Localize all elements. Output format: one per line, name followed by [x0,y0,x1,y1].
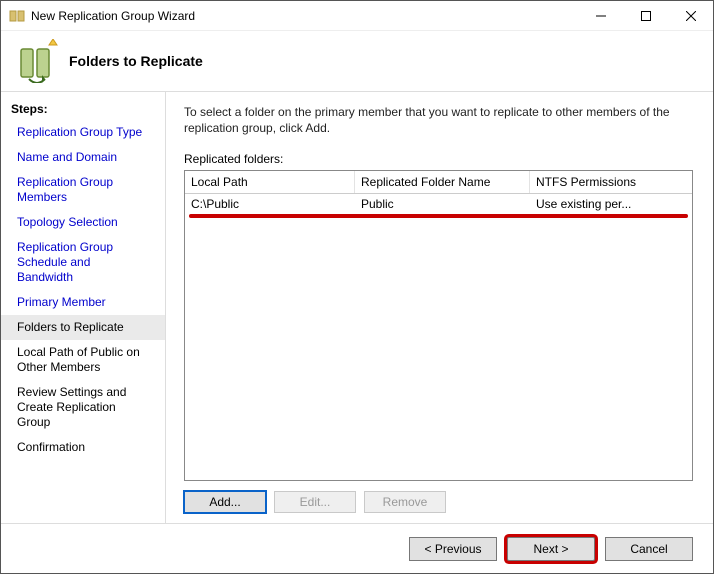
main-panel: To select a folder on the primary member… [166,92,713,523]
step-primary-member[interactable]: Primary Member [1,290,165,315]
steps-sidebar: Steps: Replication Group Type Name and D… [1,92,166,523]
step-replication-group-type[interactable]: Replication Group Type [1,120,165,145]
action-buttons: Add... Edit... Remove [184,491,693,513]
step-review-settings[interactable]: Review Settings and Create Replication G… [1,380,165,435]
wizard-body: Steps: Replication Group Type Name and D… [1,92,713,523]
intro-text: To select a folder on the primary member… [184,104,693,136]
close-button[interactable] [668,1,713,30]
cell-ntfs: Use existing per... [530,194,692,214]
table-row[interactable]: C:\Public Public Use existing per... [185,194,692,214]
title-bar: New Replication Group Wizard [1,1,713,31]
step-name-and-domain[interactable]: Name and Domain [1,145,165,170]
list-label: Replicated folders: [184,152,693,166]
add-button[interactable]: Add... [184,491,266,513]
wizard-window: New Replication Group Wizard Folders t [0,0,714,574]
edit-button: Edit... [274,491,356,513]
cell-replicated-name: Public [355,194,530,214]
next-button[interactable]: Next > [507,537,595,561]
previous-button[interactable]: < Previous [409,537,497,561]
maximize-button[interactable] [623,1,668,30]
wizard-icon [15,39,59,83]
step-local-path-other-members[interactable]: Local Path of Public on Other Members [1,340,165,380]
column-local-path[interactable]: Local Path [185,171,355,193]
window-controls [578,1,713,30]
step-topology-selection[interactable]: Topology Selection [1,210,165,235]
cancel-button[interactable]: Cancel [605,537,693,561]
cell-local-path: C:\Public [185,194,355,214]
annotation-underline [189,214,688,218]
minimize-button[interactable] [578,1,623,30]
remove-button: Remove [364,491,446,513]
step-replication-group-members[interactable]: Replication Group Members [1,170,165,210]
wizard-header: Folders to Replicate [1,31,713,91]
step-schedule-bandwidth[interactable]: Replication Group Schedule and Bandwidth [1,235,165,290]
step-folders-to-replicate[interactable]: Folders to Replicate [1,315,165,340]
step-confirmation[interactable]: Confirmation [1,435,165,460]
table-header: Local Path Replicated Folder Name NTFS P… [185,171,692,194]
steps-heading: Steps: [1,100,165,120]
wizard-footer: < Previous Next > Cancel [1,523,713,573]
app-icon [9,8,25,24]
page-title: Folders to Replicate [69,53,203,69]
replicated-folders-table[interactable]: Local Path Replicated Folder Name NTFS P… [184,170,693,481]
window-title: New Replication Group Wizard [31,9,578,23]
column-replicated-name[interactable]: Replicated Folder Name [355,171,530,193]
column-ntfs-permissions[interactable]: NTFS Permissions [530,171,692,193]
